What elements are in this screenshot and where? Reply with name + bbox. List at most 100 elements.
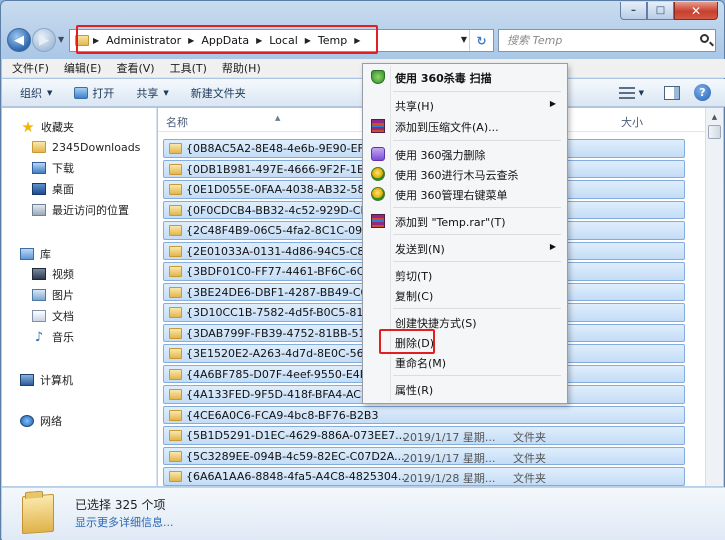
help-icon[interactable]: ? [694,84,711,101]
folder-icon [169,327,182,339]
file-name: {4A133FED-9F5D-418f-BFA4-AC20 [186,388,375,401]
file-date: 2019/1/17 星期... [403,431,496,444]
nav-documents[interactable]: 文档 [32,306,74,326]
document-icon [32,310,46,322]
nav-libraries[interactable]: 库 [20,244,51,264]
file-row[interactable]: {5B1D5291-D1EC-4629-886A-073EE7... 2019/1… [158,425,705,446]
nav-music[interactable]: ♪ 音乐 [32,327,74,347]
organize-button[interactable]: 组织 ▼ [20,85,52,101]
folder-icon [169,430,182,441]
file-name: {0DB1B981-497E-4666-9F2F-1E8B [186,162,379,176]
360-icon [371,187,385,201]
nav-recent-places[interactable]: 最近访问的位置 [32,200,129,220]
nav-2345downloads[interactable]: 2345Downloads [32,137,140,157]
file-name: {6A6A1AA6-8848-4fa5-A4C8-4825304... [186,470,409,483]
folder-icon [169,368,182,380]
folder-icon [169,348,182,359]
nav-computer[interactable]: 计算机 [20,370,73,390]
folder-icon [169,409,182,421]
scroll-up-icon[interactable]: ▲ [706,108,723,125]
column-size[interactable]: 大小 [621,114,643,130]
nav-desktop[interactable]: 桌面 [32,179,74,199]
file-name: {3DAB799F-FB39-4752-81BB-516D [186,326,381,340]
folder-icon [169,225,182,236]
recent-pages-dropdown-icon[interactable]: ▼ [58,35,64,44]
file-name: {3E1520E2-A263-4d7d-8E0C-5636 [186,347,378,360]
menu-item-add-archive[interactable]: 添加到压缩文件(A)... [366,116,564,136]
downloads-icon [32,162,46,174]
file-name: {5B1D5291-D1EC-4629-886A-073EE7... [186,429,406,442]
view-dropdown-icon[interactable]: ▼ [639,89,644,97]
menu-item-copy[interactable]: 复制(C) [366,285,564,305]
shredder-icon [371,147,385,161]
nav-network[interactable]: 网络 [20,411,62,431]
menu-help[interactable]: 帮助(H) [222,60,261,76]
share-button[interactable]: 共享 ▼ [136,85,168,101]
folder-icon [169,266,182,277]
file-row[interactable]: {6A6A1AA6-8848-4fa5-A4C8-4825304... 2019/… [158,466,705,486]
open-button[interactable]: 打开 [74,85,114,101]
nav-favorites[interactable]: ★ 收藏夹 [20,117,74,137]
menu-item-send-to[interactable]: 发送到(N) ▶ [366,238,564,258]
menu-item-360-manage-menu[interactable]: 使用 360管理右键菜单 [366,184,564,204]
maximize-button[interactable]: □ [647,2,674,20]
folder-icon [169,184,182,195]
winrar-icon [371,119,385,133]
menu-view[interactable]: 查看(V) [116,60,154,76]
file-name: {2C48F4B9-06C5-4fa2-8C1C-099C [186,224,377,237]
minimize-button[interactable]: – [620,2,647,20]
file-name: {4A6BF785-D07F-4eef-9550-E4D97 [186,367,383,381]
menu-item-cut[interactable]: 剪切(T) [366,265,564,285]
folder-icon [169,204,182,216]
scroll-thumb[interactable] [708,125,721,139]
file-name: {2E01033A-0131-4d86-94C5-C8DC [186,244,381,258]
dropdown-icon: ▼ [163,88,169,97]
video-icon [32,268,46,280]
menu-item-360-force-delete[interactable]: 使用 360强力删除 [366,144,564,164]
nav-videos[interactable]: 视频 [32,264,74,284]
menu-file[interactable]: 文件(F) [12,60,49,76]
file-name: {4CE6A0C6-FCA9-4bc8-BF76-B2B3 [186,408,379,422]
folder-icon [169,245,182,257]
search-icon[interactable] [700,34,709,43]
menu-tools[interactable]: 工具(T) [170,60,207,76]
nav-pictures[interactable]: 图片 [32,285,74,305]
menu-edit[interactable]: 编辑(E) [64,60,102,76]
address-dropdown-icon[interactable]: ▼ [461,35,467,44]
forward-button[interactable]: ▶ [32,28,56,52]
desktop-icon [32,183,46,195]
menu-item-add-rar[interactable]: 添加到 "Temp.rar"(T) [366,211,564,231]
menu-item-rename[interactable]: 重命名(M) [366,352,564,372]
menu-item-360-cloud-scan[interactable]: 使用 360进行木马云查杀 [366,164,564,184]
menu-item-share[interactable]: 共享(H) ▶ [366,95,564,115]
file-name: {0F0CDCB4-BB32-4c52-929D-CB0 [186,203,376,217]
close-button[interactable]: ✕ [674,2,718,20]
refresh-icon[interactable]: ↻ [469,30,493,51]
file-row[interactable]: {4CE6A0C6-FCA9-4bc8-BF76-B2B3 [158,405,705,426]
search-box[interactable] [498,29,716,52]
show-more-details-link[interactable]: 显示更多详细信息... [75,514,174,530]
file-row[interactable]: {5C3289EE-094B-4c59-82EC-C07D2A... 2019/1… [158,446,705,467]
computer-icon [20,374,34,386]
folder-icon [169,450,182,462]
navigation-pane: ★ 收藏夹 2345Downloads 下载 桌面 最近访问的位置 库 视频 图片… [2,108,157,486]
menu-item-360-scan[interactable]: 使用 360杀毒 扫描 [366,67,564,87]
caption-buttons: – □ ✕ [620,2,718,20]
view-options-icon[interactable] [618,86,635,100]
preview-pane-icon[interactable] [664,85,680,100]
file-type: 文件夹 [513,472,546,485]
file-name: {3BDF01C0-FF77-4461-BF6C-6C87 [186,265,379,278]
winrar-icon [371,214,385,228]
column-name[interactable]: 名称 [166,114,188,130]
search-input[interactable] [507,34,687,47]
star-icon: ★ [21,117,35,136]
address-highlight-box [76,25,378,54]
details-pane: 已选择 325 个项 显示更多详细信息... [2,487,725,540]
new-folder-button[interactable]: 新建文件夹 [191,85,246,101]
nav-downloads[interactable]: 下载 [32,158,74,178]
vertical-scrollbar[interactable]: ▲ [705,108,723,486]
folder-icon [169,307,182,318]
folder-icon [169,143,182,154]
menu-item-properties[interactable]: 属性(R) [366,379,564,399]
back-button[interactable]: ◀ [7,28,31,52]
